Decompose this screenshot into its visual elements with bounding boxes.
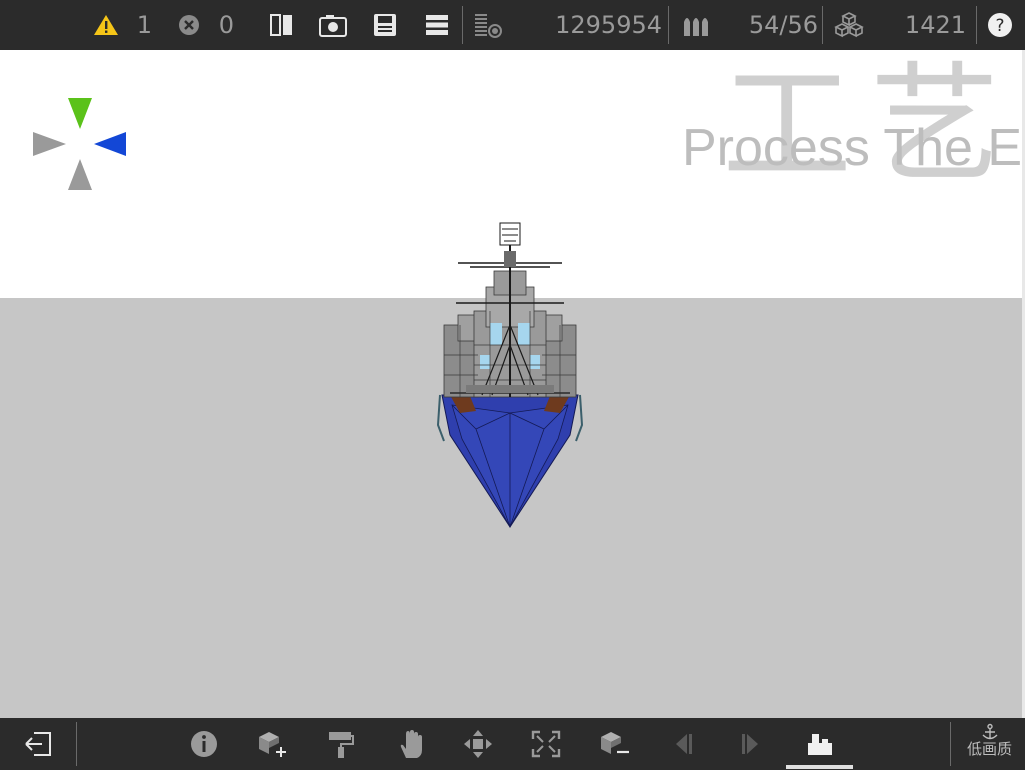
axis-gizmo[interactable] [30, 96, 130, 194]
bottom-divider [76, 722, 77, 766]
axis-left-arrow[interactable] [33, 132, 66, 156]
bottom-toolbar [0, 718, 1025, 770]
redo-icon[interactable] [730, 720, 770, 768]
save-icon[interactable] [368, 0, 402, 50]
add-block-icon[interactable] [252, 720, 292, 768]
hand-select-icon[interactable] [390, 720, 430, 768]
build-mode-icon[interactable] [800, 720, 840, 768]
active-tab-indicator [786, 765, 853, 769]
axis-up-arrow[interactable] [68, 98, 92, 129]
bottom-divider [950, 722, 951, 766]
warning-icon[interactable] [90, 0, 122, 50]
axis-right-arrow[interactable] [94, 132, 126, 156]
warning-count: 1 [136, 11, 152, 39]
move-icon[interactable] [458, 720, 498, 768]
ship-model[interactable] [430, 215, 590, 535]
ammo-count: 54/56 [748, 11, 818, 39]
paint-roller-icon[interactable] [320, 720, 360, 768]
remove-block-icon[interactable] [594, 720, 634, 768]
info-icon[interactable] [184, 720, 224, 768]
toolbar-divider [976, 6, 977, 44]
blocks-icon[interactable] [830, 0, 868, 50]
error-icon[interactable] [174, 0, 204, 50]
screenshot-icon[interactable] [316, 0, 350, 50]
quality-label[interactable]: 低画质 [967, 738, 1012, 759]
toolbar-divider [462, 6, 463, 44]
menu-icon[interactable] [420, 0, 454, 50]
block-count: 1421 [904, 11, 966, 39]
watermark-english: Process The E [682, 119, 1023, 177]
exit-icon[interactable] [18, 720, 58, 768]
part-stack-icon[interactable] [470, 0, 506, 50]
toolbar-divider [668, 6, 669, 44]
part-count: 1295954 [555, 11, 662, 39]
help-label: ? [995, 16, 1004, 36]
axis-down-arrow[interactable] [68, 159, 92, 190]
top-toolbar: 1 0 1295954 54/56 1421 ? [0, 0, 1025, 50]
help-icon[interactable]: ? [984, 0, 1016, 50]
resize-icon[interactable] [526, 720, 566, 768]
error-count: 0 [218, 11, 234, 39]
mirror-icon[interactable] [266, 0, 298, 50]
undo-icon[interactable] [664, 720, 704, 768]
toolbar-divider [822, 6, 823, 44]
ammo-icon[interactable] [678, 0, 714, 50]
